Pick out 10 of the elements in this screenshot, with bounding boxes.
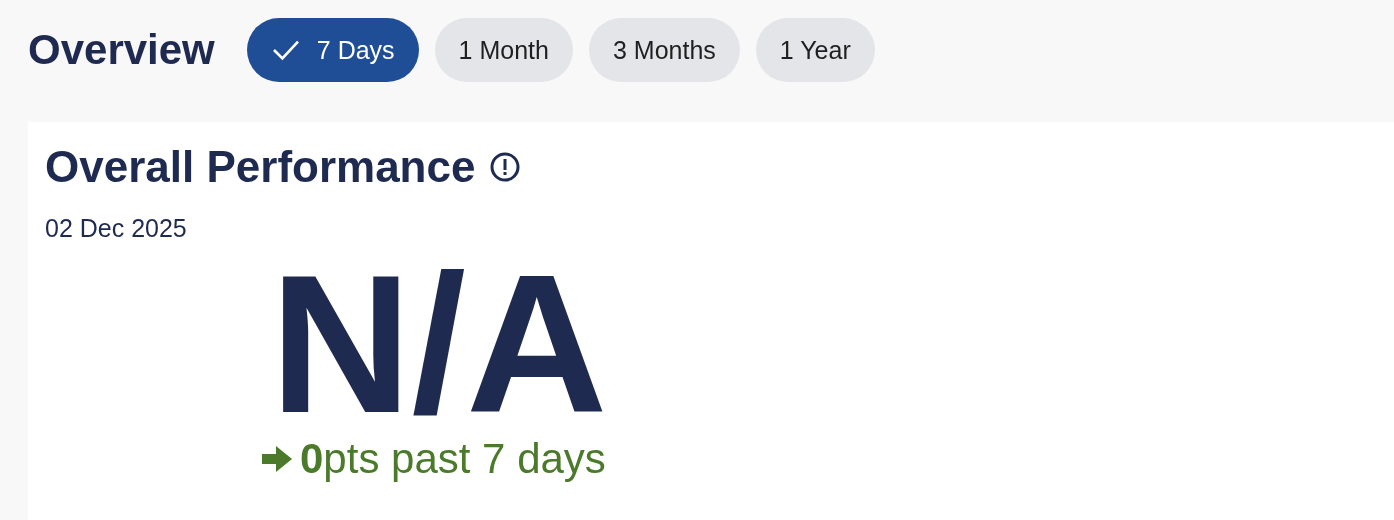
check-icon	[270, 38, 301, 62]
date-label: 02 Dec 2025	[45, 214, 188, 243]
arrow-right-icon	[262, 446, 292, 472]
period-tab[interactable]: 7 Days	[246, 18, 419, 82]
card-title: Overall Performance	[45, 142, 476, 192]
info-icon[interactable]	[489, 151, 522, 183]
period-tab[interactable]: 1 Month	[434, 18, 573, 82]
period-tab[interactable]: 3 Months	[588, 18, 740, 82]
period-tab[interactable]: 1 Year	[755, 18, 875, 82]
page-title: Overview	[28, 26, 215, 74]
